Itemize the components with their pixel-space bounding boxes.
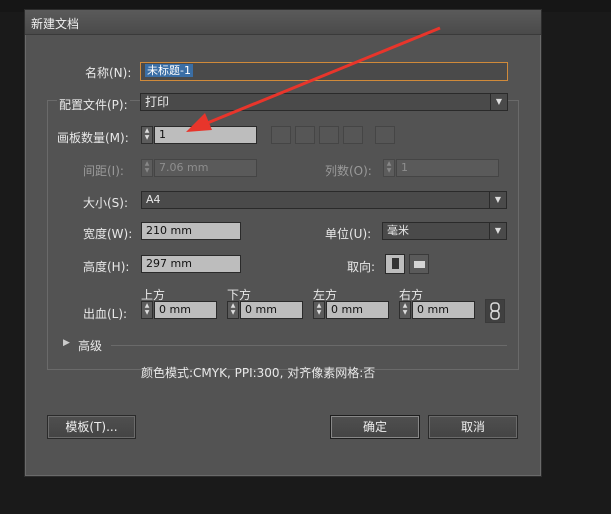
annotation-arrow-icon	[186, 26, 441, 132]
